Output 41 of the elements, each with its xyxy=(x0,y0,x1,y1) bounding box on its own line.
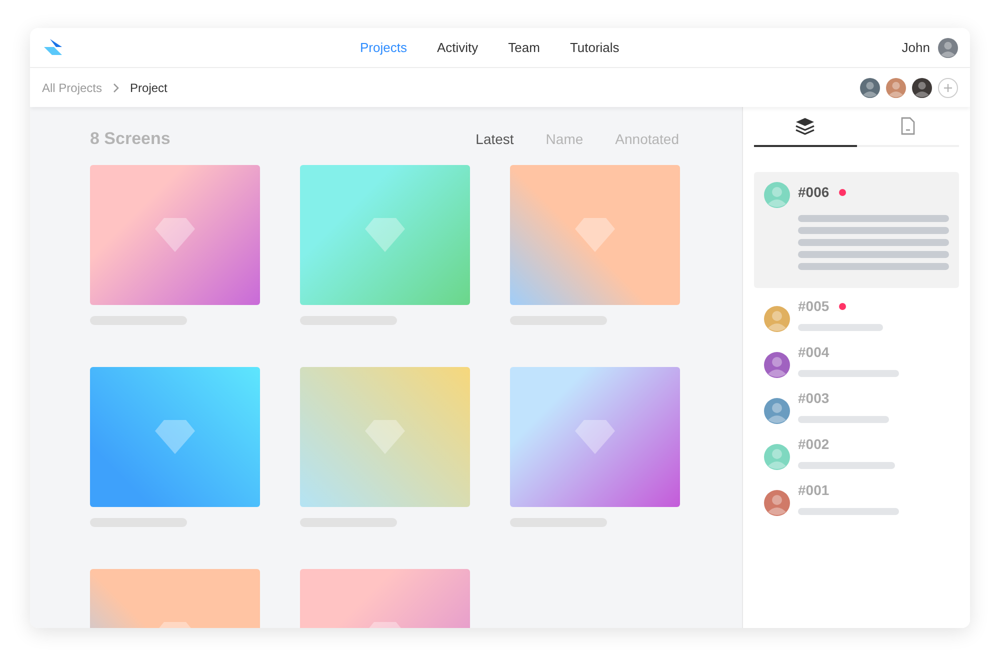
layers-icon xyxy=(795,117,816,135)
comment-item[interactable]: #005 xyxy=(754,296,959,334)
user-name: John xyxy=(902,38,930,57)
nav-link[interactable]: Activity xyxy=(436,38,478,58)
screen-thumbnail[interactable] xyxy=(510,367,680,507)
comment-item[interactable]: #004 xyxy=(754,342,959,380)
nav-link[interactable]: Team xyxy=(508,38,540,58)
comment-number: #004 xyxy=(798,343,830,362)
diamond-icon xyxy=(575,218,615,252)
comment-item[interactable]: #002 xyxy=(754,434,959,472)
sort-tab[interactable]: Annotated xyxy=(615,128,679,150)
comment-item[interactable]: #006 xyxy=(754,172,959,288)
document-icon xyxy=(900,117,915,135)
sort-tab[interactable]: Name xyxy=(546,128,584,150)
comment-number: #005 xyxy=(798,297,830,316)
screen-thumbnail[interactable] xyxy=(300,165,470,305)
comment-number: #003 xyxy=(798,389,830,408)
comment-item[interactable]: #003 xyxy=(754,388,959,426)
screens-heading: 8 Screens xyxy=(90,128,170,150)
diamond-icon xyxy=(575,420,615,454)
diamond-icon xyxy=(155,420,195,454)
comment-number: #001 xyxy=(798,481,830,500)
nav-link[interactable]: Projects xyxy=(360,38,407,58)
comment-number: #002 xyxy=(798,435,830,454)
sort-tab[interactable]: Latest xyxy=(476,128,514,150)
screen-thumbnail[interactable] xyxy=(90,165,260,305)
breadcrumb-link[interactable]: All Projects xyxy=(42,78,102,96)
user-avatar xyxy=(938,38,958,58)
comment-number: #006 xyxy=(798,183,830,202)
diamond-icon xyxy=(365,420,405,454)
diamond-icon xyxy=(365,218,405,252)
nav-link[interactable]: Tutorials xyxy=(570,38,620,58)
diamond-icon xyxy=(155,218,195,252)
add-collaborator-button[interactable] xyxy=(938,78,958,98)
screen-thumbnail[interactable] xyxy=(90,367,260,507)
breadcrumb-current: Project xyxy=(130,80,168,96)
screen-thumbnail[interactable] xyxy=(510,165,680,305)
comment-item[interactable]: #001 xyxy=(754,480,959,518)
screen-thumbnail[interactable] xyxy=(300,367,470,507)
plus-icon xyxy=(944,84,952,92)
chevron-right-icon xyxy=(112,82,120,92)
